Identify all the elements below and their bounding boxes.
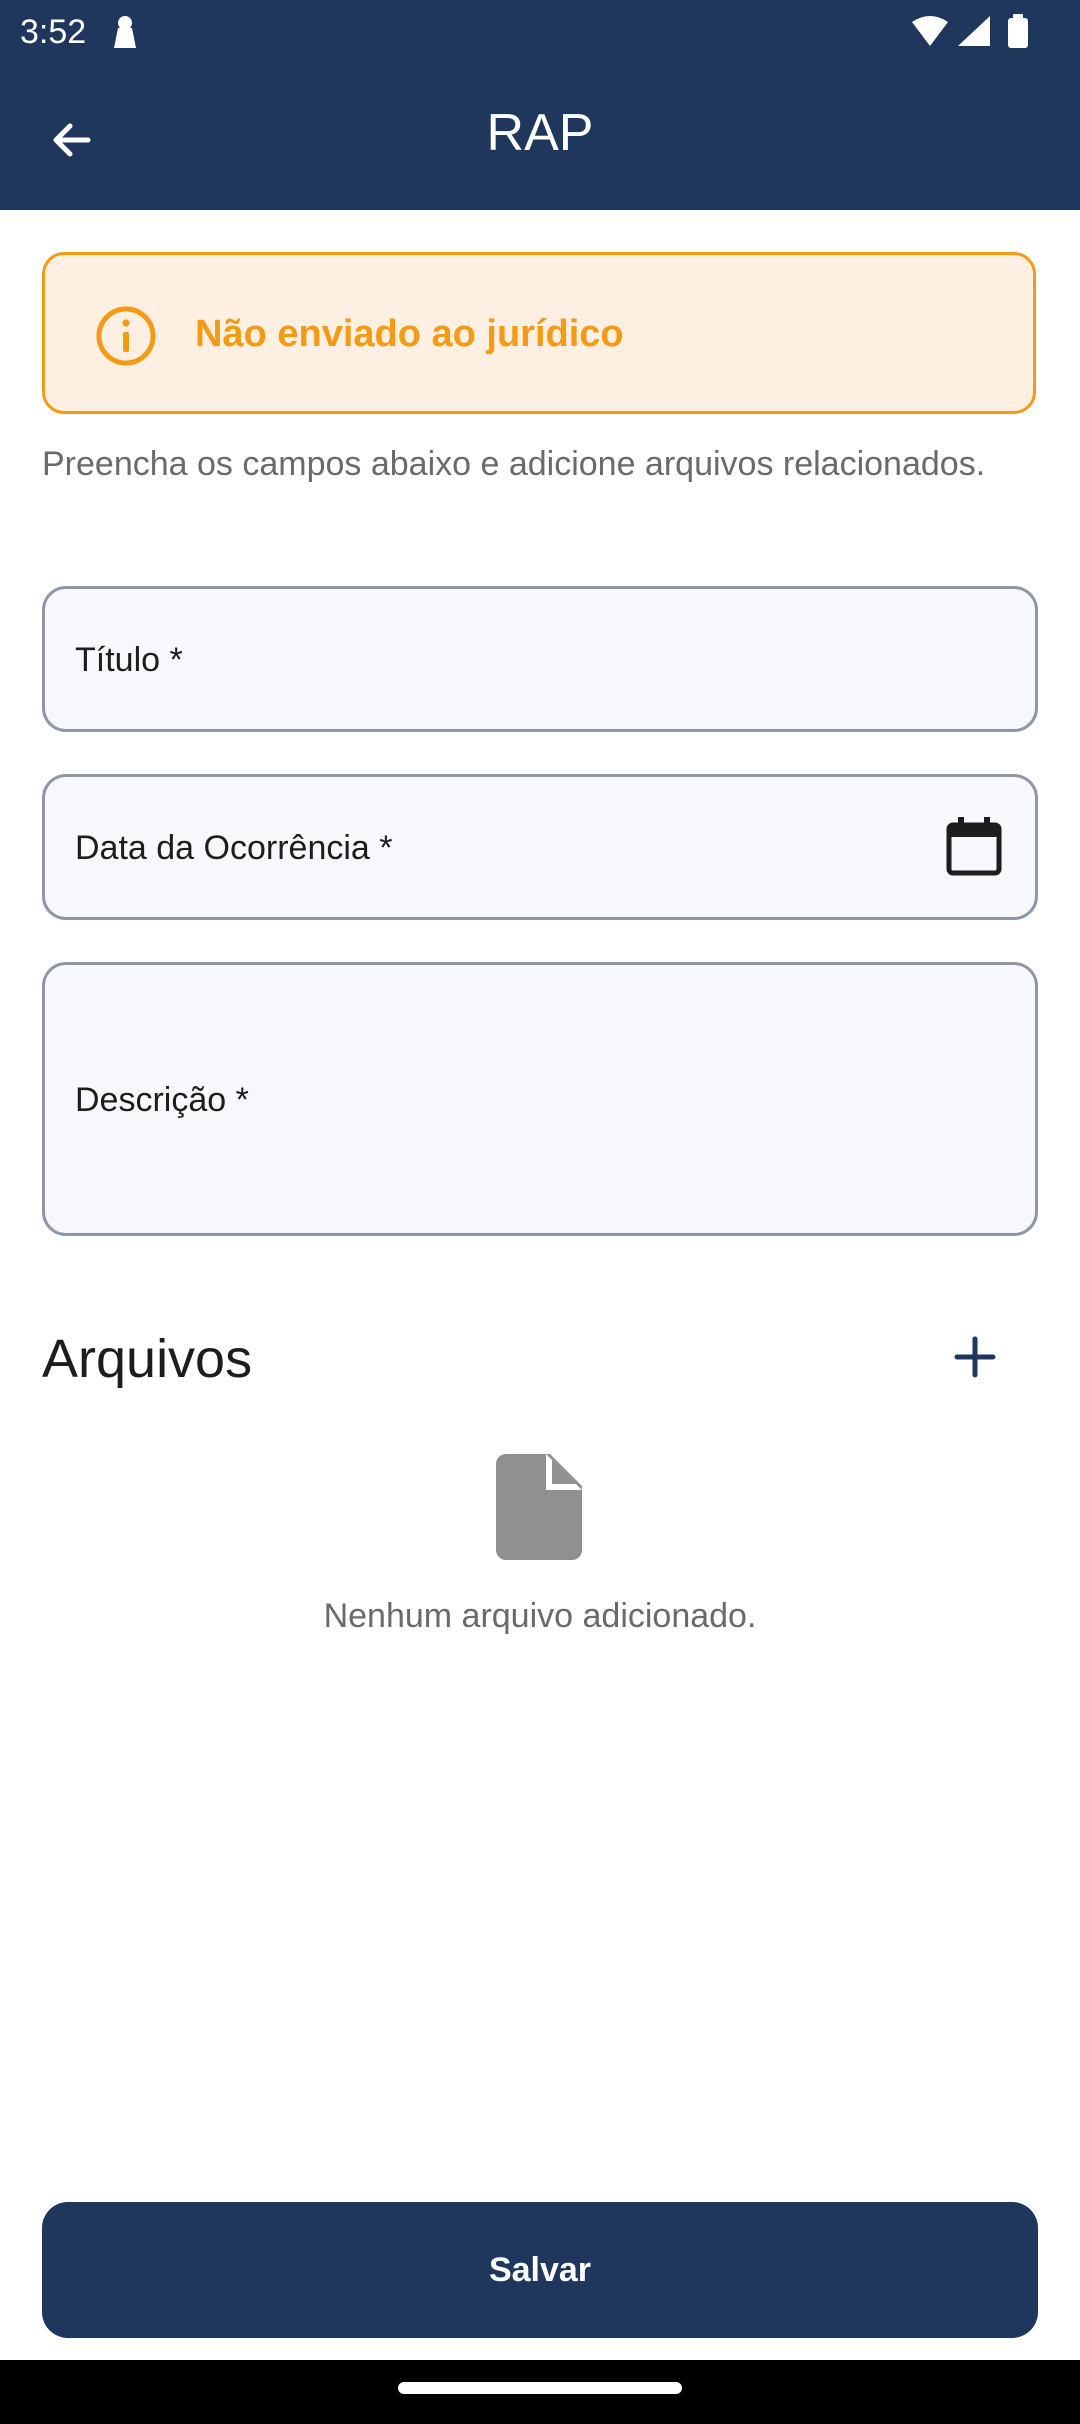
system-navigation-bar (0, 2360, 1080, 2424)
no-files-text: Nenhum arquivo adicionado. (323, 1597, 757, 1635)
calendar-icon[interactable] (945, 817, 1003, 877)
signal-icon (958, 16, 990, 46)
instructions-text: Preencha os campos abaixo e adicione arq… (42, 445, 986, 483)
lock-notification-icon (114, 16, 136, 48)
plus-icon (954, 1336, 996, 1378)
occurrence-date-field[interactable]: Data da Ocorrência * (42, 774, 1038, 920)
wifi-icon (912, 16, 948, 46)
info-icon (96, 306, 156, 366)
home-indicator[interactable] (398, 2382, 682, 2394)
page-title: RAP (486, 104, 594, 162)
status-warning-banner: Não enviado ao jurídico (42, 252, 1036, 414)
status-bar: 3:52 (0, 0, 1080, 66)
rap-screen: 3:52 RAP Não enviado ao jurídico Preench… (0, 0, 1080, 2424)
file-icon (496, 1454, 582, 1560)
files-heading: Arquivos (42, 1329, 253, 1389)
occurrence-date-label: Data da Ocorrência * (75, 829, 393, 867)
battery-icon (1008, 14, 1028, 48)
status-icons (912, 14, 1028, 48)
save-button[interactable]: Salvar (42, 2202, 1038, 2338)
status-time: 3:52 (20, 13, 87, 51)
title-field[interactable]: Título * (42, 586, 1038, 732)
app-bar: RAP (0, 66, 1080, 210)
add-file-button[interactable] (940, 1322, 1010, 1392)
description-field[interactable]: Descrição * (42, 962, 1038, 1236)
description-label: Descrição * (75, 1081, 249, 1119)
warning-text: Não enviado ao jurídico (195, 313, 624, 355)
title-field-label: Título * (75, 641, 183, 679)
